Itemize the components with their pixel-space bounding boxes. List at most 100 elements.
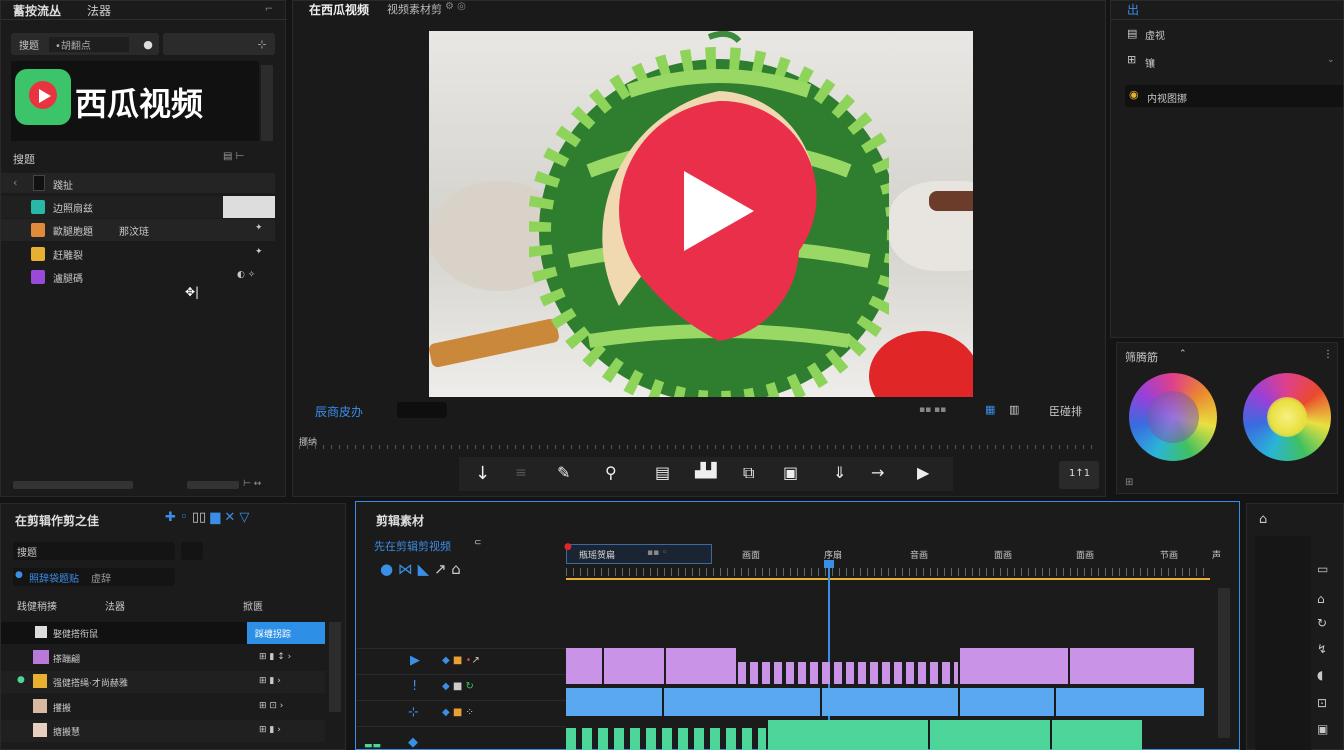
overwrite-icon[interactable]: ⧉ (743, 463, 754, 483)
tool-hand-icon[interactable]: ⊡ (1317, 696, 1327, 710)
row-tools[interactable]: ⊞ ▮ › (259, 676, 281, 686)
track-header-v2[interactable]: ▶ ◆ ■ •↗ (356, 648, 566, 674)
audio-clip[interactable] (930, 720, 1050, 750)
filter-bar[interactable]: ⊹ (163, 33, 275, 55)
col-header-name[interactable]: 践健稍揍 (17, 598, 57, 613)
project-scrollbar[interactable] (329, 622, 341, 712)
selected-cell[interactable]: 踩缠拐踪 (247, 622, 325, 644)
menu-icon[interactable]: ⋮ (1323, 349, 1333, 360)
camera-icon[interactable]: ▣ (783, 463, 798, 482)
audio-clip[interactable] (1056, 688, 1204, 716)
chevron-down-icon[interactable]: ⌄ (1327, 55, 1335, 65)
zoom-slider[interactable] (13, 481, 133, 489)
link-icon[interactable]: ✦ (255, 223, 263, 233)
toolbar-icons[interactable]: ✚ ◦ ▯▯ ▆ ✕ ▽ (165, 510, 249, 525)
play-icon[interactable]: ▶ (917, 463, 929, 482)
filter-dropdown[interactable]: ● 照辞袋题贴 虚辞 (13, 568, 175, 586)
download-icon[interactable]: ↓ (475, 463, 490, 484)
search-input[interactable]: •胡翻点 (49, 37, 129, 52)
chevron-icon[interactable]: ⌃ (1179, 349, 1187, 359)
add-icon[interactable]: ⊹ (255, 37, 269, 51)
video-frame[interactable] (429, 31, 973, 397)
settings-button[interactable]: 1↑1 (1059, 461, 1099, 489)
reset-icon[interactable]: ⊞ (1125, 477, 1133, 488)
search-icon[interactable]: ● (141, 37, 155, 51)
settings-icon[interactable]: ⚙ ◎ (445, 1, 466, 12)
insert-icon[interactable]: ▟▟ (695, 463, 717, 479)
audio-clip[interactable] (1052, 720, 1142, 750)
color-wheel-shadows[interactable] (1129, 373, 1217, 461)
table-row[interactable]: 搪搬慧 ⊞ ▮ › (1, 720, 325, 742)
list-item[interactable]: 赶雕裂 ✦ (1, 243, 275, 265)
row-tools[interactable]: ⊞ ▮ ↕ › (259, 652, 291, 662)
arrow-icon[interactable]: ⊢ ↔ (243, 479, 261, 489)
row-tools[interactable]: ⊞ ⊡ › (259, 701, 283, 711)
track-controls[interactable]: ◆ ■ ↻ (442, 681, 474, 692)
view-toggle-icon[interactable]: ▤ ⊢ (223, 151, 244, 162)
row-tools[interactable]: ⊞ ▮ › (259, 725, 281, 735)
project-search-input[interactable]: 搜题 (13, 542, 175, 560)
fit-dropdown[interactable]: ▪▪ ▪▪ (919, 405, 946, 415)
tool-text-icon[interactable]: ▣ (1317, 722, 1328, 736)
list-item[interactable]: 边照扇兹 (1, 196, 275, 218)
list-item[interactable]: 歐腿胞題 那汶琏 ✦ (1, 219, 275, 241)
track-header-a2[interactable]: ▬▬ ◆ (356, 726, 566, 750)
sequence-name[interactable]: 先在剪辑剪视频 (374, 538, 451, 554)
timeline-tools[interactable]: ● ⋈ ◣ ↗ ⌂ (380, 560, 461, 578)
link-icon[interactable]: ✦ (255, 247, 263, 257)
timeline-scrollbar[interactable] (1218, 588, 1230, 738)
tab-media[interactable]: 蓄按流丛 (13, 2, 61, 19)
video-clip[interactable] (1070, 648, 1194, 684)
col-header-duration[interactable]: 掀匮 (243, 598, 263, 613)
table-row[interactable]: 娶健搭衔鼠 踩缠拐踪 (1, 622, 325, 644)
col-header-type[interactable]: 法器 (105, 598, 125, 613)
table-row[interactable]: ● 强健搭绳·才尚赫雅 ⊞ ▮ › (1, 671, 325, 693)
tool-ripple-icon[interactable]: ↻ (1317, 616, 1327, 630)
track-header-a1[interactable]: ⊹ ◆ ■ ⁘ (356, 700, 566, 726)
scrollbar[interactable] (261, 65, 273, 141)
project-search-button[interactable] (181, 542, 203, 560)
audio-clip[interactable] (822, 688, 958, 716)
audio-clip[interactable] (960, 688, 1054, 716)
tools-menu-icon[interactable]: ⌂ (1259, 512, 1267, 527)
step-forward-icon[interactable]: → (871, 463, 884, 482)
tab-effects[interactable]: 法器 (87, 2, 111, 19)
audio-clip[interactable] (566, 688, 662, 716)
tool-slip-icon[interactable]: ◖ (1317, 668, 1323, 682)
track-controls[interactable]: ◆ ■ •↗ (442, 655, 480, 666)
video-clip[interactable] (604, 648, 664, 684)
zoom-slider-right[interactable] (187, 481, 239, 489)
tool-selection-icon[interactable]: ▭ (1317, 562, 1328, 576)
timecode-field[interactable] (397, 402, 447, 418)
playhead-handle[interactable] (824, 560, 834, 568)
export-frame-icon[interactable]: ▤ (655, 463, 670, 482)
timeline-ruler[interactable]: 瓶瑶贺扁 ▪▪ ◦ ● 画面 序扇 音画 面画 面画 节画 声 (564, 542, 1221, 582)
clip-label-box[interactable]: 瓶瑶贺扁 ▪▪ ◦ (566, 544, 712, 564)
audio-clip[interactable] (664, 688, 820, 716)
table-row[interactable]: 攫搬 ⊞ ⊡ › (1, 696, 325, 718)
table-row[interactable]: 搽蹦翩 ⊞ ▮ ↕ › (1, 647, 325, 669)
view-mode-icon[interactable]: ▦ (985, 403, 995, 416)
color-wheel-highlights[interactable] (1243, 373, 1331, 461)
settings-icon[interactable]: ◐ ✧ (237, 270, 255, 280)
tab-effect[interactable]: 出 (1127, 1, 1139, 18)
lift-icon[interactable]: ≡ (515, 465, 527, 481)
track-controls[interactable]: ◆ ■ ⁘ (442, 707, 474, 718)
track-header-v1[interactable]: ! ◆ ■ ↻ (356, 674, 566, 700)
video-clip[interactable] (566, 648, 602, 684)
effect-row[interactable]: ◉ 内视图挪 (1125, 85, 1343, 107)
list-item[interactable]: 瀘腿碼 ◐ ✧ (1, 266, 275, 288)
search-bar[interactable]: 搜题 •胡翻点 ● (11, 33, 159, 55)
step-icon[interactable]: ⇓ (833, 463, 846, 482)
eye-icon[interactable]: ◉ (1129, 88, 1139, 101)
audio-clip[interactable] (768, 720, 928, 750)
list-item[interactable]: ‹ 踐扯 (1, 173, 275, 193)
tool-razor-icon[interactable]: ↯ (1317, 642, 1327, 656)
layers-icon[interactable]: ⊞ (1127, 53, 1136, 66)
tool-track-select-icon[interactable]: ⌂ (1317, 592, 1325, 606)
sequence-menu-icon[interactable]: ⊂ (474, 538, 482, 548)
export-icon[interactable]: ▥ (1009, 403, 1019, 416)
video-clip[interactable] (666, 648, 736, 684)
video-clip[interactable] (960, 648, 1068, 684)
close-icon[interactable]: ⌐ (263, 3, 275, 15)
